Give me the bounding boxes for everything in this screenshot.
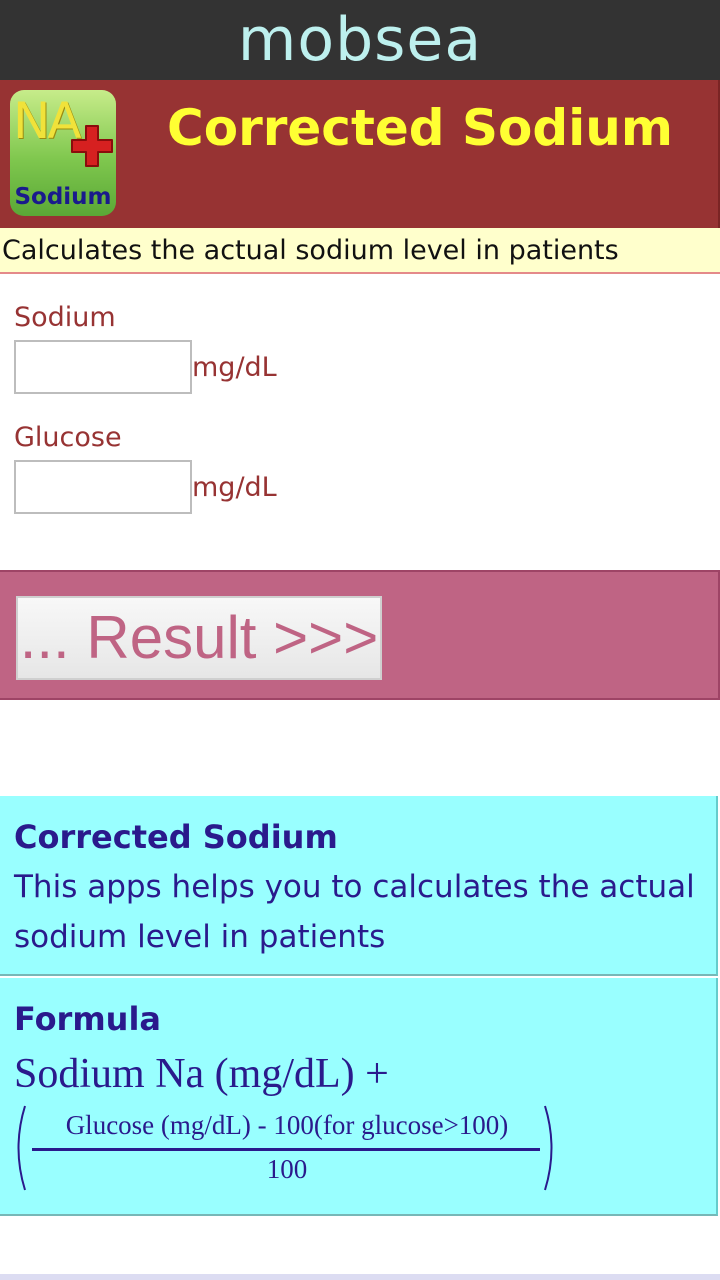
formula-denominator: 100 (266, 1154, 308, 1184)
sodium-unit-label: mg/dL (192, 352, 277, 383)
fraction-bar (32, 1148, 540, 1151)
formula-panel: Formula Sodium Na (mg/dL) + Glucose (mg/… (0, 978, 718, 1216)
bottom-divider (0, 1274, 720, 1280)
glucose-label: Glucose (14, 422, 122, 453)
sodium-input[interactable] (14, 340, 192, 394)
top-bar: mobsea (0, 0, 720, 80)
result-section: ... Result >>> (0, 570, 720, 700)
formula-numerator: Glucose (mg/dL) - 100(for glucose>100) (65, 1110, 509, 1140)
formula-fraction: Glucose (mg/dL) - 100(for glucose>100) 1… (10, 1104, 570, 1194)
result-button[interactable]: ... Result >>> (16, 596, 382, 680)
subtitle-banner: Calculates the actual sodium level in pa… (0, 228, 720, 274)
medical-cross-icon (71, 125, 113, 167)
about-panel: Corrected Sodium This apps helps you to … (0, 796, 718, 976)
formula-line: Sodium Na (mg/dL) + (14, 1051, 389, 1097)
formula-title: Formula (14, 1000, 162, 1038)
app-header: NA Sodium Corrected Sodium (0, 80, 720, 228)
sodium-app-icon: NA Sodium (10, 90, 116, 216)
glucose-input[interactable] (14, 460, 192, 514)
about-description: This apps helps you to calculates the ac… (14, 869, 695, 955)
sodium-label: Sodium (14, 302, 116, 333)
brand-logo-text: mobsea (237, 5, 483, 75)
app-icon-na-text: NA (13, 92, 82, 150)
app-icon-sodium-text: Sodium (14, 184, 112, 210)
glucose-unit-label: mg/dL (192, 472, 277, 503)
left-parenthesis-icon (17, 1105, 26, 1191)
page-title: Corrected Sodium (167, 99, 673, 157)
about-title: Corrected Sodium (14, 818, 338, 856)
right-parenthesis-icon (544, 1105, 553, 1191)
